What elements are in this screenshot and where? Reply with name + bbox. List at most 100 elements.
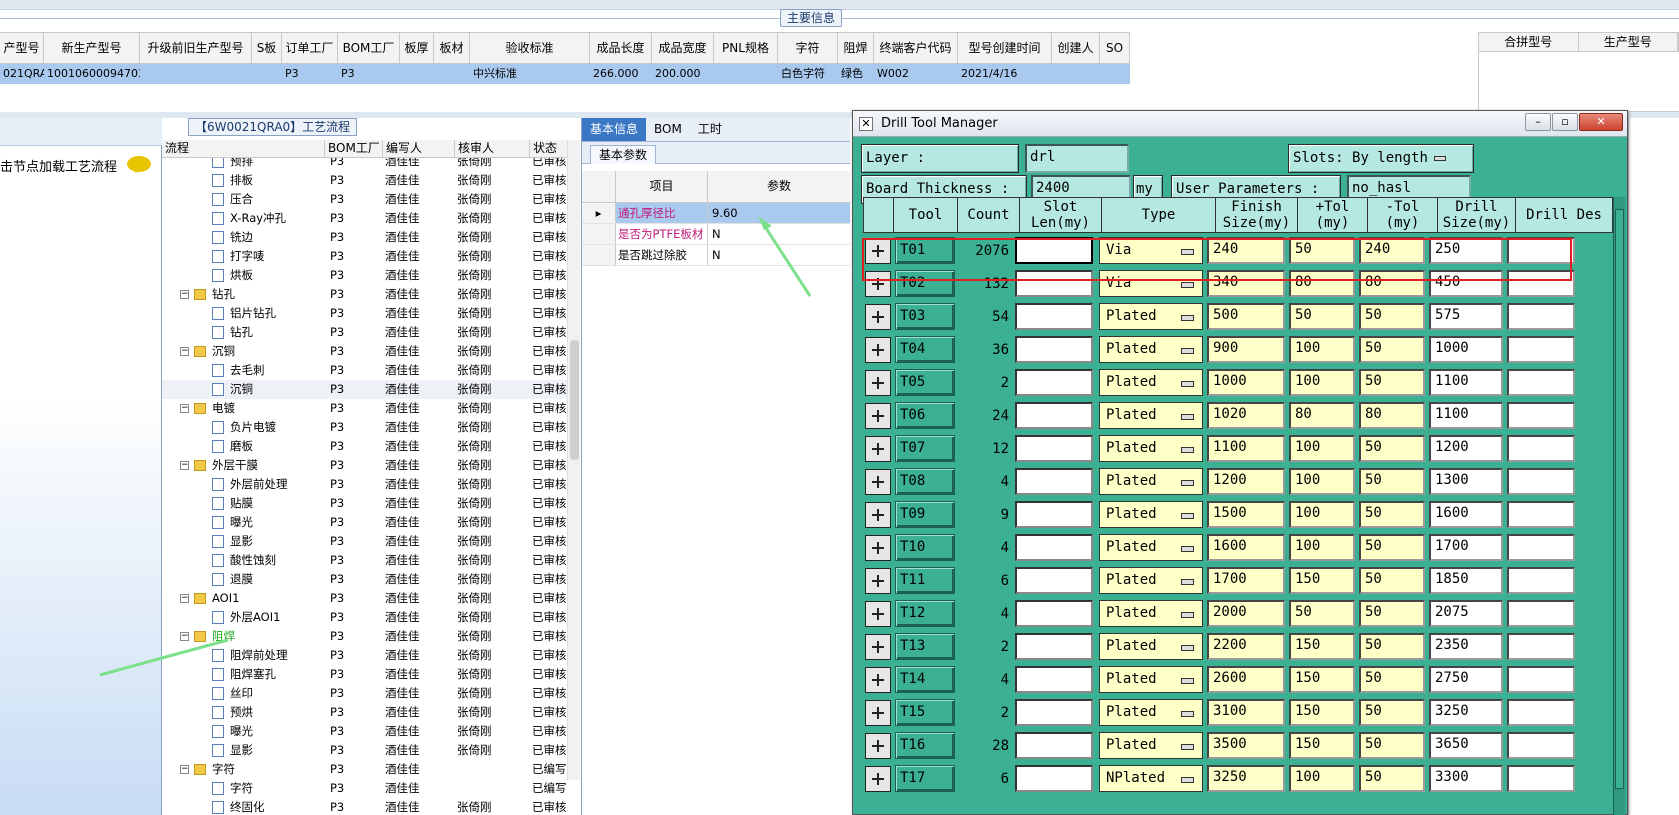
tab-work-hours[interactable]: 工时	[690, 118, 730, 141]
tree-row[interactable]: 外层前处理 P3 酒佳佳 张倚刚 已审核	[162, 475, 580, 494]
expand-row-icon[interactable]	[865, 303, 891, 330]
plus-tol-input[interactable]: 100	[1289, 765, 1355, 792]
type-select[interactable]: Plated	[1099, 600, 1203, 627]
tree-row[interactable]: 磨板 P3 酒佳佳 张倚刚 已审核	[162, 437, 580, 456]
type-select[interactable]: Plated	[1099, 732, 1203, 759]
param-row[interactable]: 是否跳过除胶 N	[582, 245, 850, 266]
slot-len-input[interactable]	[1015, 237, 1093, 264]
tree-row[interactable]: 铣边 P3 酒佳佳 张倚刚 已审核	[162, 228, 580, 247]
tool-button[interactable]: T13	[895, 633, 955, 660]
slot-len-input[interactable]	[1015, 501, 1093, 528]
param-row[interactable]: 是否为PTFE板材 N	[582, 224, 850, 245]
param-row[interactable]: ▸ 通孔厚径比 9.60	[582, 203, 850, 224]
tree-row[interactable]: 阻焊前处理 P3 酒佳佳 张倚刚 已审核	[162, 646, 580, 665]
tree-row[interactable]: − 阻焊 P3 酒佳佳 张倚刚 已审核	[162, 627, 580, 646]
drill-size-input[interactable]: 2075	[1429, 600, 1503, 627]
finish-size-input[interactable]: 1500	[1207, 501, 1285, 528]
tree-row[interactable]: 显影 P3 酒佳佳 张倚刚 已审核	[162, 532, 580, 551]
finish-size-input[interactable]: 900	[1207, 336, 1285, 363]
type-select[interactable]: Via	[1099, 270, 1203, 297]
plus-tol-input[interactable]: 100	[1289, 435, 1355, 462]
tool-button[interactable]: T01	[895, 237, 955, 264]
plus-tol-input[interactable]: 150	[1289, 699, 1355, 726]
type-select[interactable]: NPlated	[1099, 765, 1203, 792]
tree-row[interactable]: 去毛刺 P3 酒佳佳 张倚刚 已审核	[162, 361, 580, 380]
drill-size-input[interactable]: 1700	[1429, 534, 1503, 561]
minus-tol-input[interactable]: 50	[1359, 732, 1425, 759]
slot-len-input[interactable]	[1015, 534, 1093, 561]
expand-row-icon[interactable]	[865, 237, 891, 264]
slot-len-input[interactable]	[1015, 468, 1093, 495]
drill-des-input[interactable]	[1507, 633, 1575, 660]
slot-len-input[interactable]	[1015, 699, 1093, 726]
finish-size-input[interactable]: 2600	[1207, 666, 1285, 693]
tool-button[interactable]: T03	[895, 303, 955, 330]
collapse-icon[interactable]: −	[180, 461, 189, 470]
drill-des-input[interactable]	[1507, 666, 1575, 693]
tool-button[interactable]: T06	[895, 402, 955, 429]
tree-row[interactable]: X-Ray冲孔 P3 酒佳佳 张倚刚 已审核	[162, 209, 580, 228]
collapse-icon[interactable]: −	[180, 594, 189, 603]
type-select[interactable]: Plated	[1099, 336, 1203, 363]
drill-size-input[interactable]: 575	[1429, 303, 1503, 330]
drill-des-input[interactable]	[1507, 237, 1575, 264]
type-select[interactable]: Plated	[1099, 402, 1203, 429]
plus-tol-input[interactable]: 100	[1289, 501, 1355, 528]
expand-row-icon[interactable]	[865, 732, 891, 759]
minus-tol-input[interactable]: 50	[1359, 303, 1425, 330]
finish-size-input[interactable]: 2000	[1207, 600, 1285, 627]
plus-tol-input[interactable]: 50	[1289, 600, 1355, 627]
type-select[interactable]: Plated	[1099, 699, 1203, 726]
finish-size-input[interactable]: 500	[1207, 303, 1285, 330]
drill-des-input[interactable]	[1507, 435, 1575, 462]
maximize-button[interactable]: ▫	[1552, 113, 1578, 131]
load-process-hint[interactable]: 击节点加载工艺流程	[0, 156, 117, 175]
expand-row-icon[interactable]	[865, 468, 891, 495]
drill-size-input[interactable]: 1600	[1429, 501, 1503, 528]
drill-size-input[interactable]: 3650	[1429, 732, 1503, 759]
slot-len-input[interactable]	[1015, 633, 1093, 660]
minus-tol-input[interactable]: 50	[1359, 633, 1425, 660]
drill-des-input[interactable]	[1507, 732, 1575, 759]
param-value[interactable]: N	[708, 245, 721, 265]
expand-row-icon[interactable]	[865, 666, 891, 693]
type-select[interactable]: Plated	[1099, 303, 1203, 330]
layer-input[interactable]: drl	[1025, 144, 1129, 173]
minus-tol-input[interactable]: 50	[1359, 369, 1425, 396]
tree-row[interactable]: 外层AOI1 P3 酒佳佳 张倚刚 已审核	[162, 608, 580, 627]
tree-row[interactable]: 预排 P3 酒佳佳 张倚刚 已审核	[162, 158, 580, 171]
tool-button[interactable]: T15	[895, 699, 955, 726]
drill-size-input[interactable]: 3250	[1429, 699, 1503, 726]
window-titlebar[interactable]: ✕ Drill Tool Manager – ▫ ✕	[853, 111, 1627, 137]
drill-size-input[interactable]: 450	[1429, 270, 1503, 297]
collapse-icon[interactable]: −	[180, 290, 189, 299]
type-select[interactable]: Plated	[1099, 435, 1203, 462]
close-button[interactable]: ✕	[1579, 113, 1623, 131]
drill-des-input[interactable]	[1507, 270, 1575, 297]
expand-row-icon[interactable]	[865, 435, 891, 462]
drill-des-input[interactable]	[1507, 336, 1575, 363]
minus-tol-input[interactable]: 240	[1359, 237, 1425, 264]
minus-tol-input[interactable]: 50	[1359, 600, 1425, 627]
drill-des-input[interactable]	[1507, 468, 1575, 495]
plus-tol-input[interactable]: 80	[1289, 270, 1355, 297]
tree-row[interactable]: 排板 P3 酒佳佳 张倚刚 已审核	[162, 171, 580, 190]
tool-button[interactable]: T04	[895, 336, 955, 363]
tool-button[interactable]: T12	[895, 600, 955, 627]
plus-tol-input[interactable]: 150	[1289, 567, 1355, 594]
slot-len-input[interactable]	[1015, 336, 1093, 363]
tool-button[interactable]: T11	[895, 567, 955, 594]
plus-tol-input[interactable]: 50	[1289, 303, 1355, 330]
finish-size-input[interactable]: 1020	[1207, 402, 1285, 429]
minus-tol-input[interactable]: 50	[1359, 699, 1425, 726]
finish-size-input[interactable]: 1100	[1207, 435, 1285, 462]
slot-len-input[interactable]	[1015, 666, 1093, 693]
minus-tol-input[interactable]: 80	[1359, 270, 1425, 297]
finish-size-input[interactable]: 1200	[1207, 468, 1285, 495]
tree-row[interactable]: − 电镀 P3 酒佳佳 张倚刚 已审核	[162, 399, 580, 418]
finish-size-input[interactable]: 1000	[1207, 369, 1285, 396]
drill-size-input[interactable]: 250	[1429, 237, 1503, 264]
tree-row[interactable]: 阻焊塞孔 P3 酒佳佳 张倚刚 已审核	[162, 665, 580, 684]
minus-tol-input[interactable]: 50	[1359, 468, 1425, 495]
tab-bom[interactable]: BOM	[646, 118, 690, 141]
